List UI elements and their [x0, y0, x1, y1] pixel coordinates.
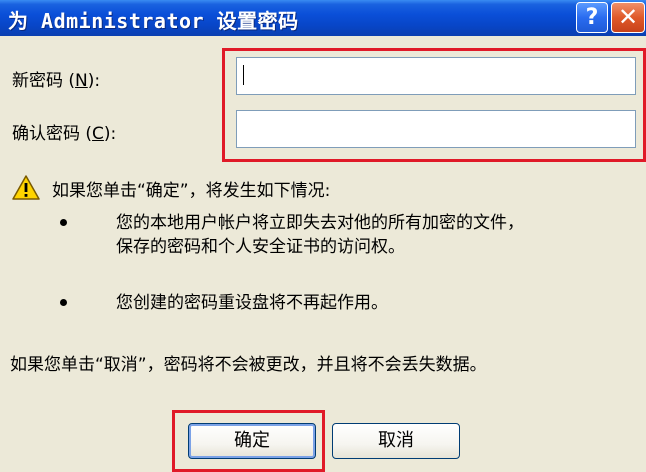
- help-icon: ?: [585, 5, 599, 30]
- close-icon: ✕: [617, 3, 639, 31]
- bullet-point: [60, 219, 67, 226]
- warning-bullet-1-line-2: 保存的密码和个人安全证书的访问权。: [116, 237, 405, 257]
- close-button[interactable]: ✕: [611, 2, 645, 33]
- confirm-password-label: 确认密码 (C):: [12, 119, 116, 144]
- bullet-point: [60, 299, 67, 306]
- cancel-note: 如果您单击“取消”，密码将不会被更改，并且将不会丢失数据。: [10, 355, 487, 375]
- new-password-label: 新密码 (N):: [12, 66, 100, 91]
- set-password-dialog: 为 Administrator 设置密码 ? ✕ 新密码 (N): 确认密码 (…: [0, 0, 646, 472]
- title-bar[interactable]: 为 Administrator 设置密码 ? ✕: [0, 0, 646, 36]
- warning-intro: 如果您单击“确定”，将发生如下情况:: [52, 181, 331, 201]
- new-password-accesskey: N: [75, 71, 88, 91]
- warning-bullet-2: 您创建的密码重设盘将不再起作用。: [116, 293, 388, 313]
- confirm-password-label-text: 确认密码 (: [12, 124, 93, 144]
- new-password-label-suffix: ):: [87, 71, 101, 91]
- ok-button-highlight: [172, 410, 325, 472]
- new-password-label-text: 新密码 (: [12, 71, 76, 91]
- dialog-title: 为 Administrator 设置密码: [8, 9, 299, 33]
- cancel-button[interactable]: 取消: [332, 423, 460, 459]
- warning-icon: [12, 175, 40, 200]
- confirm-password-label-suffix: ):: [103, 124, 117, 144]
- confirm-password-accesskey: C: [92, 124, 104, 144]
- password-fields-highlight: [222, 48, 646, 162]
- warning-bullet-1-line-1: 您的本地用户帐户将立即失去对他的所有加密的文件，: [116, 213, 524, 233]
- help-button[interactable]: ?: [576, 2, 608, 33]
